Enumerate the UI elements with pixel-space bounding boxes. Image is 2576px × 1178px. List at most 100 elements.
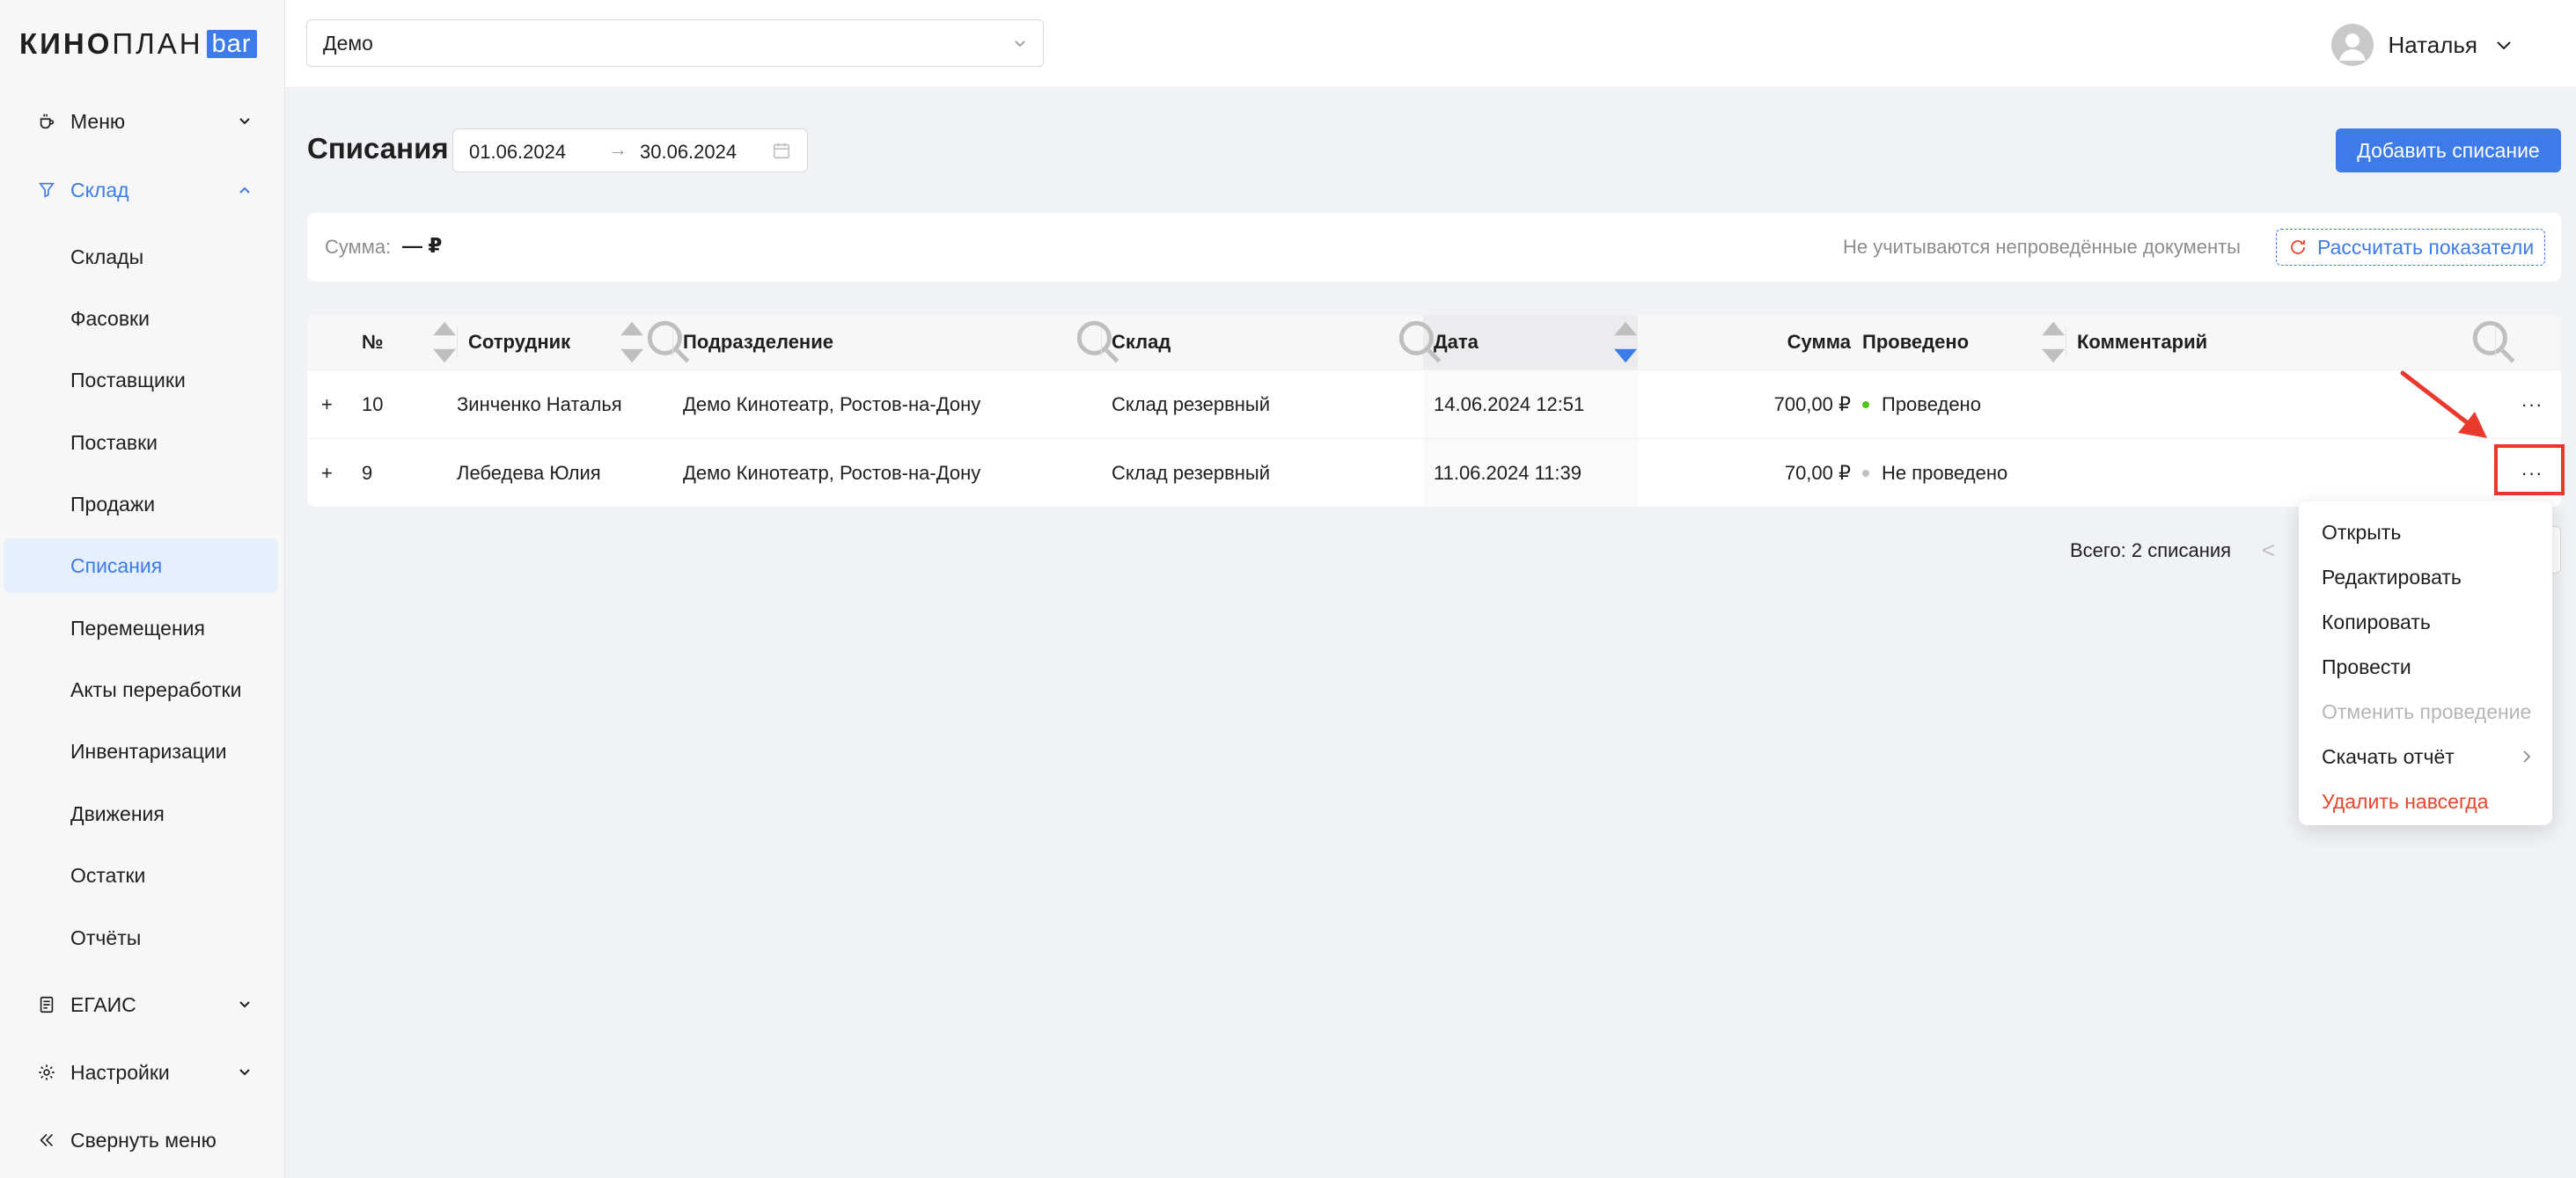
status-cell: Не проведено — [1862, 439, 2007, 507]
column-divider[interactable] — [2495, 327, 2496, 357]
sidebar-item-akty-pererabotki[interactable]: Акты переработки — [4, 662, 278, 717]
annotation-highlight-box — [2494, 444, 2565, 495]
brand-logo[interactable]: КИНО ПЛАН bar — [19, 26, 257, 62]
sidebar-item-otchety[interactable]: Отчёты — [4, 911, 278, 965]
user-menu[interactable]: Наталья — [2331, 23, 2514, 67]
document-number-link[interactable]: 9 — [362, 439, 372, 507]
document-icon — [35, 993, 58, 1016]
nav-group-sklad[interactable]: Склад — [0, 162, 285, 218]
menu-item-delete-forever[interactable]: Удалить навсегда — [2299, 779, 2552, 823]
nav-group-label: Настройки — [70, 1060, 170, 1084]
write-offs-table: № Сотрудник Подразделение Склад Дата Сум… — [307, 315, 2561, 507]
column-header-number[interactable]: № — [362, 315, 384, 369]
chevron-right-icon — [2523, 750, 2531, 763]
document-number-link[interactable]: 10 — [362, 370, 383, 439]
column-label: Комментарий — [2077, 331, 2208, 353]
row-actions-button[interactable]: ··· — [2514, 370, 2550, 439]
coffee-cup-icon — [35, 110, 58, 133]
employee-cell: Лебедева Юлия — [457, 462, 601, 484]
sidebar-item-prodazhi[interactable]: Продажи — [4, 477, 278, 531]
expand-row-button[interactable]: + — [321, 370, 333, 439]
column-label: Дата — [1434, 331, 1479, 353]
column-header-employee[interactable]: Сотрудник — [468, 315, 570, 369]
brand-text-bold: КИНО — [19, 27, 113, 60]
sort-icon[interactable] — [2037, 315, 2069, 369]
date-cell: 11.06.2024 11:39 — [1434, 462, 1582, 484]
pagination-prev-button[interactable]: < — [2262, 537, 2275, 564]
chevron-down-icon — [239, 118, 250, 125]
user-name: Наталья — [2388, 31, 2477, 58]
menu-item-edit[interactable]: Редактировать — [2299, 555, 2552, 599]
status-label: Проведено — [1882, 393, 1981, 415]
sidebar-item-postavki[interactable]: Поставки — [4, 415, 278, 470]
chevron-down-icon — [239, 1069, 250, 1076]
double-chevron-left-icon — [35, 1129, 58, 1152]
funnel-icon — [35, 179, 58, 201]
column-header-comment[interactable]: Комментарий — [2077, 315, 2207, 369]
menu-item-label: Провести — [2322, 655, 2411, 678]
sidebar-item-inventarizatsii[interactable]: Инвентаризации — [4, 724, 278, 779]
division-cell: Демо Кинотеатр, Ростов-на-Дону — [683, 393, 981, 415]
status-label: Не проведено — [1882, 462, 2008, 484]
warehouse-cell: Склад резервный — [1112, 462, 1271, 484]
organization-select[interactable]: Демо — [306, 19, 1044, 67]
sidebar-item-fasovki[interactable]: Фасовки — [4, 291, 278, 346]
nav-group-menu[interactable]: Меню — [0, 93, 285, 150]
column-label: Склад — [1112, 331, 1171, 353]
add-write-off-button[interactable]: Добавить списание — [2336, 128, 2561, 172]
sort-descending-icon[interactable] — [1610, 315, 1641, 369]
row-actions-menu: Открыть Редактировать Копировать Провест… — [2299, 501, 2552, 825]
column-header-date[interactable]: Дата — [1434, 315, 1479, 369]
summary-note: Не учитываются непроведённые документы — [1842, 236, 2241, 258]
employee-cell: Зинченко Наталья — [457, 393, 622, 415]
column-header-division[interactable]: Подразделение — [683, 315, 833, 369]
column-divider[interactable] — [1101, 327, 1102, 357]
table-header: № Сотрудник Подразделение Склад Дата Сум… — [307, 315, 2561, 369]
sidebar-item-peremeshcheniya[interactable]: Перемещения — [4, 601, 278, 655]
sidebar-item-ostatki[interactable]: Остатки — [4, 848, 278, 903]
recalculate-label: Рассчитать показатели — [2317, 235, 2535, 259]
column-divider[interactable] — [672, 327, 673, 357]
table-row[interactable]: + 10 Зинченко Наталья Демо Кинотеатр, Ро… — [307, 369, 2561, 439]
status-dot-posted — [1862, 401, 1869, 408]
column-header-sum[interactable]: Сумма — [1638, 315, 1851, 369]
sidebar-item-dvizheniya[interactable]: Движения — [4, 787, 278, 841]
menu-item-download-report[interactable]: Скачать отчёт — [2299, 735, 2552, 779]
annotation-arrow — [2400, 370, 2487, 438]
warehouse-cell: Склад резервный — [1112, 393, 1271, 415]
sidebar-item-postavshchiki[interactable]: Поставщики — [4, 353, 278, 407]
recalculate-button[interactable]: Рассчитать показатели — [2276, 229, 2545, 266]
sidebar-item-sklady[interactable]: Склады — [4, 230, 278, 284]
nav-group-label: Меню — [70, 109, 126, 133]
search-icon[interactable] — [2467, 315, 2521, 369]
column-divider[interactable] — [457, 327, 458, 357]
nav-group-nastroyki[interactable]: Настройки — [0, 1044, 285, 1101]
sidebar-item-spisaniya[interactable]: Списания — [4, 538, 278, 593]
refresh-icon — [2291, 240, 2305, 254]
collapse-menu-button[interactable]: Свернуть меню — [0, 1112, 285, 1168]
sidebar-item-label: Склады — [70, 245, 144, 268]
menu-item-post[interactable]: Провести — [2299, 645, 2552, 689]
status-cell: Проведено — [1862, 370, 1981, 439]
column-label: Проведено — [1862, 331, 1970, 353]
menu-item-label: Копировать — [2322, 610, 2431, 633]
menu-item-label: Открыть — [2322, 520, 2402, 544]
menu-item-label: Отменить проведение — [2322, 699, 2532, 723]
nav-group-egais[interactable]: ЕГАИС — [0, 977, 285, 1033]
date-from-input[interactable]: 01.06.2024 — [469, 141, 566, 164]
nav-group-label: Склад — [70, 178, 129, 201]
column-header-posted[interactable]: Проведено — [1862, 315, 1969, 369]
menu-item-cancel-posting: Отменить проведение — [2299, 690, 2552, 734]
menu-item-open[interactable]: Открыть — [2299, 510, 2552, 554]
date-to-input[interactable]: 30.06.2024 — [640, 141, 737, 164]
menu-item-copy[interactable]: Копировать — [2299, 600, 2552, 644]
date-range-picker[interactable]: 01.06.2024 → 30.06.2024 — [452, 128, 808, 172]
gear-icon — [35, 1061, 58, 1084]
sidebar-item-label: Фасовки — [70, 306, 150, 330]
sum-cell: 700,00 ₽ — [1773, 393, 1851, 415]
sort-icon[interactable] — [429, 315, 460, 369]
column-header-warehouse[interactable]: Склад — [1112, 315, 1171, 369]
table-row[interactable]: + 9 Лебедева Юлия Демо Кинотеатр, Ростов… — [307, 438, 2561, 507]
expand-row-button[interactable]: + — [321, 439, 333, 507]
sidebar-item-label: Перемещения — [70, 616, 205, 640]
